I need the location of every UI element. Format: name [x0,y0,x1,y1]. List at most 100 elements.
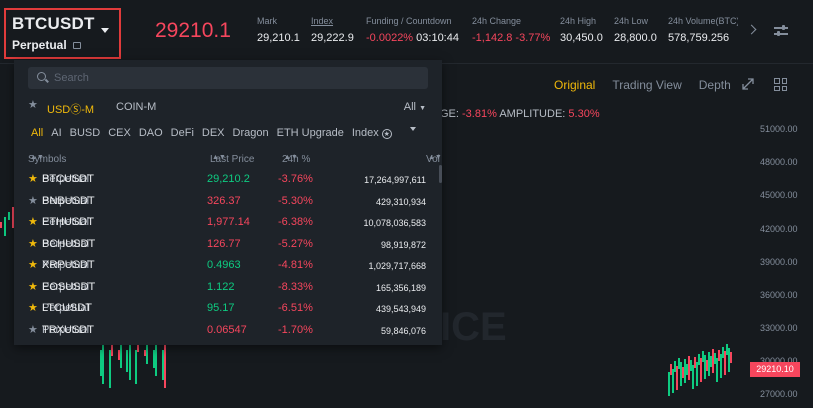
candle [720,354,722,379]
favorite-star-icon[interactable]: ★ [28,303,38,314]
row-volume: 429,310,934 [375,196,426,207]
favorite-star-icon[interactable]: ★ [28,174,38,185]
stat-index[interactable]: Index 29,222.9 [311,16,354,44]
table-row[interactable]: ★ BTCUSDT Perpetual 29,210.2 -3.76% 17,264,9… [28,173,428,189]
favorite-star-icon[interactable]: ★ [28,238,38,250]
symbol-name: BTCUSDT [12,14,95,33]
table-row[interactable]: ★ XRPUSDT Perpetual 0.4963 -4.81% 1,029,717,… [28,259,428,275]
chevron-down-icon[interactable] [101,28,109,33]
row-24h-change: -1.70% [278,323,313,336]
chevron-right-icon[interactable] [746,24,757,35]
stat-label[interactable]: Index [311,16,354,26]
stat-24h-low: 24h Low 28,800.0 [614,16,657,44]
category-tab[interactable]: DAO [139,127,163,139]
row-24h-change: -6.38% [278,216,313,228]
price-axis-tick: 51000.00 [760,124,798,134]
table-row[interactable]: ★ BNBUSDT Perpetual 326.37 -5.30% 429,310,93… [28,195,428,211]
candle [8,212,10,220]
row-last-price: 29,210.2 [207,173,250,185]
settings-sliders-icon[interactable] [774,25,788,37]
category-tab[interactable]: ETH Upgrade [277,127,344,139]
row-last-price: 0.06547 [207,323,247,336]
category-tab[interactable]: DeFi [171,127,194,139]
row-symbol-name: BTCUSDT [42,173,94,185]
book-icon[interactable] [72,41,81,49]
price-axis-tick: 27000.00 [760,389,798,399]
category-tab[interactable]: Dragon [233,127,269,139]
filter-all-label: All [403,101,416,113]
sort-icon: ▲▼ [212,154,226,161]
table-row[interactable]: ★ ETHUSDT Perpetual 1,977.14 -6.38% 10,078,0… [28,216,428,232]
category-tab[interactable]: BUSD [70,127,101,139]
table-row[interactable]: ★ BCHUSDT Perpetual 126.77 -5.27% 98,919,872 [28,238,428,254]
candle [668,372,670,396]
tab-original[interactable]: Original [554,78,595,92]
price-axis-tick: 42000.00 [760,224,798,234]
stat-label: 24h Low [614,16,649,26]
candle [0,222,2,228]
favorite-star-icon[interactable]: ★ [28,260,38,271]
stat-24h-high: 24h High 30,450.0 [560,16,603,44]
candle [692,364,694,389]
candle [716,357,718,382]
candle [137,345,140,352]
tab-depth[interactable]: Depth [699,78,731,92]
row-symbol: XRPUSDT Perpetual [42,259,95,271]
row-24h-change: -3.76% [278,173,313,185]
row-symbol-name: XRPUSDT [42,259,95,271]
row-symbol: BTCUSDT Perpetual [42,173,94,185]
price-axis-tick: 48000.00 [760,157,798,167]
category-tab[interactable]: DEX [202,127,225,139]
category-tabs: All AI BUSD CEX DAO DeFi DEX Dragon ETH … [31,127,416,139]
tab-trading-view[interactable]: Trading View [612,78,681,92]
info-circle-icon: ★ [381,129,392,139]
tab-usds-m[interactable]: USDⓈ-M [47,101,94,117]
price-axis-tick: 33000.00 [760,323,798,333]
candle [163,345,166,388]
category-tab-index[interactable]: Index ★ [352,127,392,139]
category-tab[interactable]: CEX [108,127,131,139]
row-volume: 17,264,997,611 [364,175,426,185]
tab-coin-m[interactable]: COIN-M [116,101,156,113]
favorite-star-icon[interactable]: ★ [28,217,38,228]
candle [696,361,698,386]
favorite-star-icon[interactable]: ★ [28,281,38,293]
table-row[interactable]: ★ LTCUSDT Perpetual 95.17 -6.51% 439,543,949 [28,302,428,318]
search-input[interactable]: Search [28,67,428,89]
row-volume: 10,078,036,583 [363,218,426,228]
stat-value: -1,142.8 -3.77% [472,32,551,44]
candle [102,345,105,384]
row-last-price: 95.17 [207,302,235,314]
chart-watermark: ICE [440,305,507,349]
stat-label: 24h Volume(BTC) [668,16,738,26]
category-tab[interactable]: All [31,127,43,139]
price-axis-tick: 39000.00 [760,257,798,267]
symbol-dropdown: Search ★ USDⓈ-M COIN-M All ▼ All AI BUSD… [14,60,442,345]
filter-all-dropdown[interactable]: All ▼ [404,101,426,113]
layout-grid-icon[interactable] [774,78,787,91]
candle [155,345,157,376]
search-icon [37,72,46,81]
row-volume: 439,543,949 [375,304,426,314]
table-row[interactable]: ★ EOSUSDT Perpetual 1.122 -8.33% 165,356,189 [28,281,428,297]
candle [730,352,732,364]
table-row[interactable]: ★ TRXUSDT Perpetual 0.06547 -1.70% 59,846,07… [28,324,428,340]
scrollbar[interactable] [439,165,442,183]
change-value: -3.81% [462,108,497,120]
category-tab[interactable]: AI [51,127,61,139]
more-categories-icon[interactable] [409,127,416,131]
candle [119,345,122,368]
expand-icon[interactable] [742,78,754,90]
favorite-star-icon[interactable]: ★ [28,195,38,207]
sort-icon: ▲▼ [284,154,298,161]
symbol-selector[interactable]: BTCUSDT Perpetual [4,8,121,59]
favorite-star-icon[interactable]: ★ [28,324,38,336]
star-icon[interactable]: ★ [28,100,38,111]
sort-icon: ▲▼ [30,154,44,161]
search-placeholder: Search [54,72,89,84]
market-selector: ★ USDⓈ-M COIN-M All ▼ [28,98,428,117]
row-last-price: 1,977.14 [207,216,250,228]
stat-value: 578,759.256 [668,32,730,44]
row-24h-change: -8.33% [278,280,313,293]
chart-change-info: GE: -3.81% AMPLITUDE: 5.30% [440,108,600,120]
